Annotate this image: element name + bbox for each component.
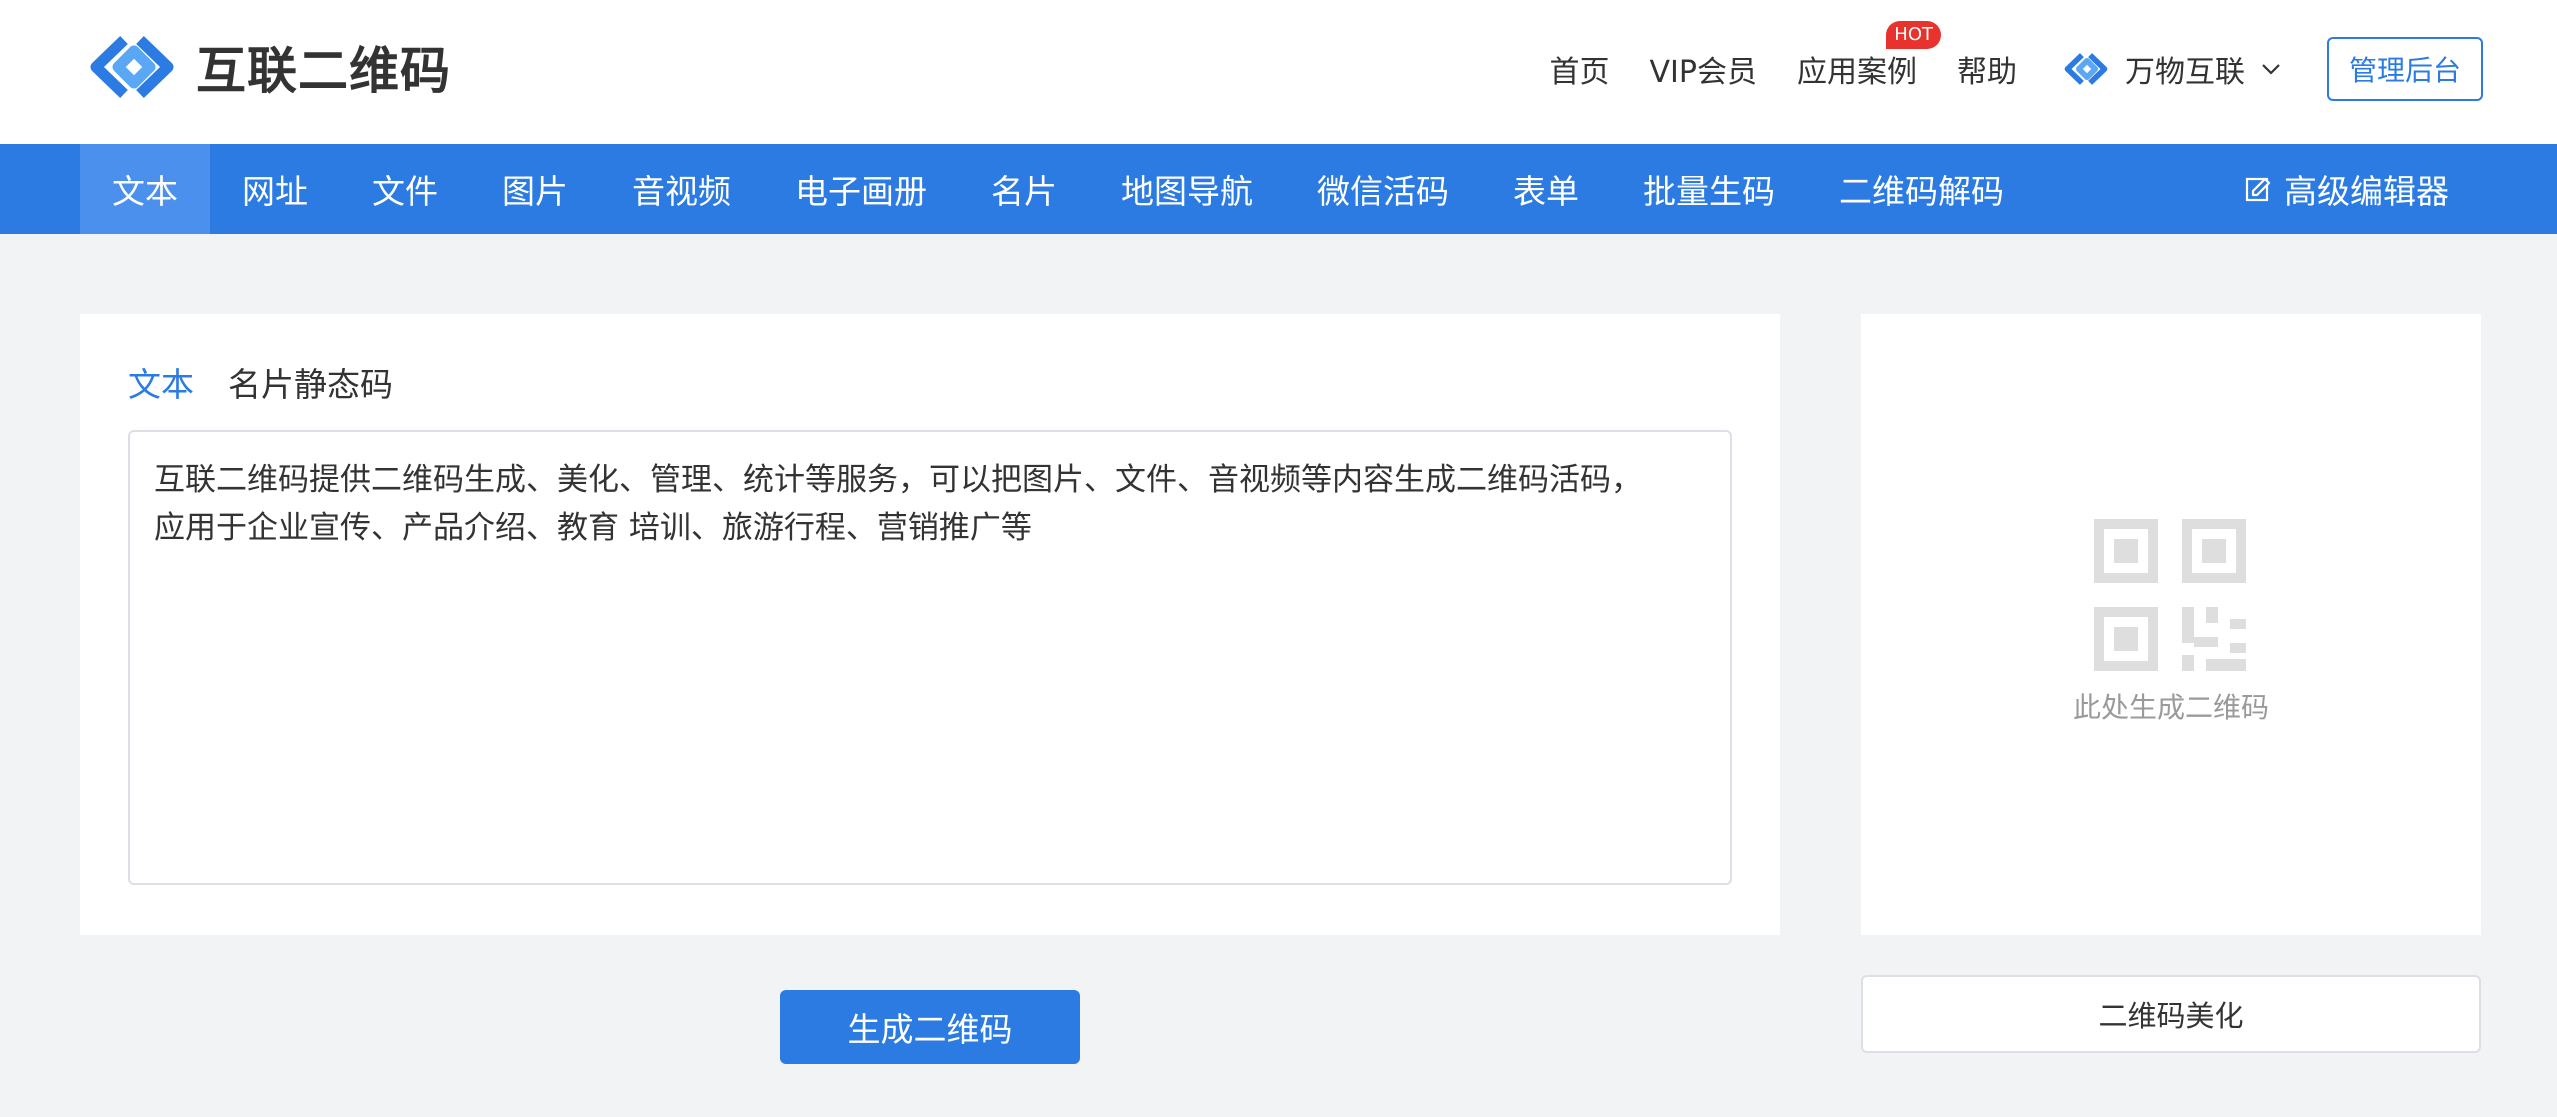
category-tab-file[interactable]: 文件 [340, 144, 470, 234]
category-tab-decode[interactable]: 二维码解码 [1807, 144, 2036, 234]
category-tabs: 文本 网址 文件 图片 音视频 电子画册 名片 地图导航 微信活码 表单 批量生… [80, 144, 2036, 234]
editor-subtabs: 文本 名片静态码 [128, 358, 427, 406]
category-tab-text[interactable]: 文本 [80, 144, 210, 234]
brand-menu-label: 万物互联 [2124, 55, 2245, 90]
editor-panel: 文本 名片静态码 互联二维码提供二维码生成、美化、管理、统计等服务，可以把图片、… [80, 314, 1780, 935]
brand-logo-icon [2064, 53, 2108, 85]
advanced-editor-link[interactable]: 高级编辑器 [2244, 144, 2449, 234]
category-tab-map[interactable]: 地图导航 [1089, 144, 1285, 234]
subtab-text[interactable]: 文本 [128, 358, 194, 406]
category-tab-album[interactable]: 电子画册 [763, 144, 959, 234]
text-content-input[interactable]: 互联二维码提供二维码生成、美化、管理、统计等服务，可以把图片、文件、音视频等内容… [128, 430, 1732, 885]
nav-home[interactable]: 首页 [1550, 47, 1610, 91]
category-tab-audio-video[interactable]: 音视频 [600, 144, 763, 234]
admin-button[interactable]: 管理后台 [2326, 37, 2483, 101]
subtab-static-card[interactable]: 名片静态码 [228, 358, 393, 406]
content-line-2: 应用于企业宣传、产品介绍、教育 培训、旅游行程、营销推广等 [154, 510, 1032, 546]
category-tab-image[interactable]: 图片 [470, 144, 600, 234]
category-tab-card[interactable]: 名片 [959, 144, 1089, 234]
site-logo[interactable]: 互联二维码 [84, 32, 451, 102]
brand-menu[interactable]: 万物互联 [2061, 47, 2283, 91]
generate-qr-button[interactable]: 生成二维码 [780, 990, 1080, 1064]
chevron-down-icon [2262, 64, 2280, 75]
qr-beautify-button[interactable]: 二维码美化 [1861, 975, 2481, 1053]
category-tab-url[interactable]: 网址 [210, 144, 340, 234]
hot-badge: HOT [1886, 21, 1941, 49]
category-bar: 文本 网址 文件 图片 音视频 电子画册 名片 地图导航 微信活码 表单 批量生… [0, 144, 2557, 234]
nav-help[interactable]: 帮助 [1957, 47, 2017, 91]
nav-cases[interactable]: 应用案例 HOT [1796, 21, 1941, 91]
nav-cases-label: 应用案例 [1796, 55, 1917, 90]
logo-text: 互联二维码 [196, 42, 451, 100]
top-header: 互联二维码 首页 VIP会员 应用案例 HOT 帮助 万物互联 管理后台 [0, 0, 2557, 144]
logo-icon [90, 36, 174, 98]
top-nav: 首页 VIP会员 应用案例 HOT 帮助 万物互联 管理后台 [1550, 21, 2483, 102]
qr-placeholder-hint: 此处生成二维码 [2072, 691, 2269, 724]
nav-vip[interactable]: VIP会员 [1650, 47, 1757, 91]
category-tab-wechat[interactable]: 微信活码 [1285, 144, 1481, 234]
category-tab-batch[interactable]: 批量生码 [1611, 144, 1807, 234]
advanced-editor-label: 高级编辑器 [2284, 172, 2449, 211]
qr-code-icon [2094, 519, 2246, 671]
qr-preview-panel: 此处生成二维码 [1861, 314, 2481, 935]
category-tab-form[interactable]: 表单 [1481, 144, 1611, 234]
content-line-1: 互联二维码提供二维码生成、美化、管理、统计等服务，可以把图片、文件、音视频等内容… [154, 462, 1642, 498]
edit-icon [2245, 177, 2271, 202]
